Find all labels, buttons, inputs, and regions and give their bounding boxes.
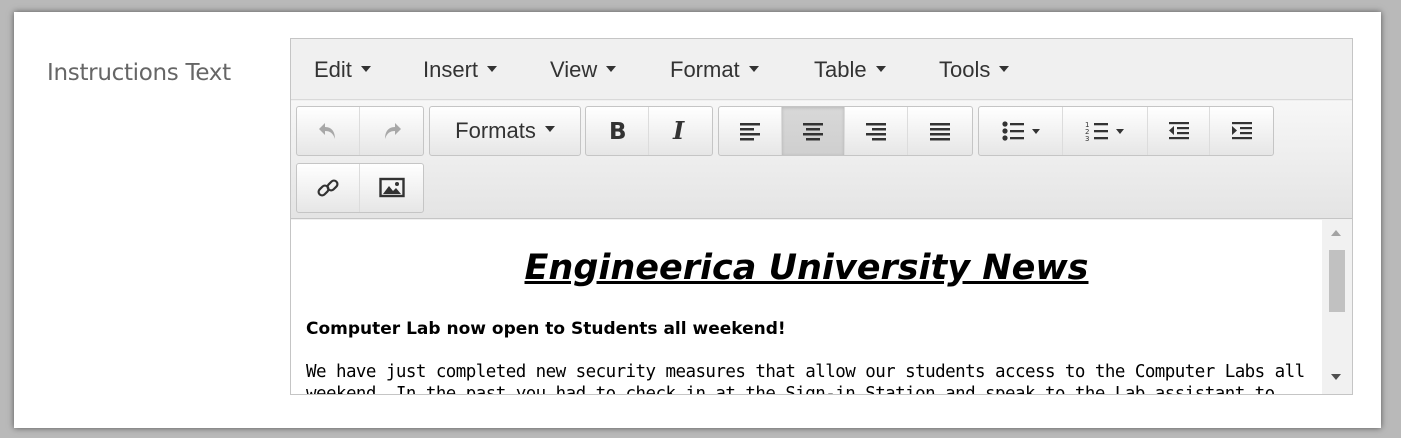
indent-button[interactable] [1210, 107, 1273, 155]
bullet-list-button[interactable] [979, 107, 1064, 155]
link-button[interactable] [297, 164, 360, 212]
outdent-icon [1168, 122, 1189, 140]
scroll-up-arrow-icon[interactable] [1331, 230, 1341, 236]
bullet-list-icon [1002, 121, 1040, 141]
menu-insert[interactable]: Insert [423, 57, 498, 83]
screenshot-frame: Instructions Text Edit Insert View Forma… [0, 0, 1401, 438]
formats-group: Formats [429, 106, 581, 156]
italic-button[interactable]: I [649, 107, 712, 155]
list-group: 123 [978, 106, 1274, 156]
align-center-icon [803, 123, 823, 141]
align-justify-icon [929, 123, 950, 141]
indent-icon [1231, 122, 1252, 140]
svg-text:3: 3 [1085, 135, 1089, 142]
scroll-down-arrow-icon[interactable] [1331, 374, 1341, 380]
scrollbar-thumb[interactable] [1329, 250, 1345, 312]
numbered-list-icon: 123 [1085, 121, 1125, 142]
form-panel: Instructions Text Edit Insert View Forma… [14, 12, 1381, 428]
editor-toolbar: Formats B I 1 2 3 [291, 101, 1352, 219]
numbered-list-button[interactable]: 123 [1063, 107, 1148, 155]
document-title: Engineerica University News [524, 248, 1089, 288]
document-heading: Computer Lab now open to Students all we… [306, 319, 786, 339]
menu-tools-label: Tools [939, 57, 991, 82]
menu-edit[interactable]: Edit [314, 57, 371, 83]
svg-text:I: I [672, 119, 685, 143]
align-left-button[interactable] [719, 107, 782, 155]
redo-button[interactable] [360, 107, 423, 155]
editor-content-area[interactable]: Engineerica University News Computer Lab… [291, 220, 1322, 395]
content-scrollbar[interactable] [1322, 220, 1352, 394]
italic-icon: I [672, 119, 685, 143]
bold-button[interactable]: B [586, 107, 649, 155]
rich-text-editor: Edit Insert View Format Table Tools Form… [290, 38, 1353, 395]
image-icon [378, 177, 405, 198]
align-right-button[interactable] [845, 107, 908, 155]
align-justify-button[interactable] [908, 107, 971, 155]
formats-label: Formats [455, 118, 536, 143]
svg-text:B: B [609, 119, 627, 143]
history-group [296, 106, 424, 156]
document-paragraph: We have just completed new security meas… [306, 362, 1305, 395]
link-icon [317, 179, 339, 197]
caret-down-icon [360, 66, 371, 73]
menu-view[interactable]: View [550, 57, 617, 83]
caret-down-icon [748, 66, 759, 73]
menu-format[interactable]: Format [670, 57, 759, 83]
menu-edit-label: Edit [314, 57, 352, 82]
redo-icon [384, 123, 401, 139]
bold-icon: B [609, 119, 627, 143]
insert-group [296, 163, 424, 213]
formats-dropdown[interactable]: Formats [430, 107, 580, 155]
undo-icon [319, 123, 335, 139]
caret-down-icon [999, 66, 1010, 73]
style-group: B I [585, 106, 713, 156]
menu-tools[interactable]: Tools [939, 57, 1010, 83]
undo-button[interactable] [297, 107, 360, 155]
align-right-icon [866, 123, 886, 141]
menu-view-label: View [550, 57, 598, 82]
image-button[interactable] [360, 164, 423, 212]
menu-table[interactable]: Table [814, 57, 886, 83]
caret-down-icon [487, 66, 498, 73]
caret-down-icon [544, 126, 555, 132]
outdent-button[interactable] [1148, 107, 1211, 155]
caret-down-icon [606, 66, 617, 73]
align-center-button[interactable] [782, 107, 845, 155]
field-label: Instructions Text [47, 60, 231, 86]
menu-table-label: Table [814, 57, 867, 82]
caret-down-icon [875, 66, 886, 73]
align-left-icon [740, 123, 760, 141]
editor-menubar: Edit Insert View Format Table Tools [291, 39, 1352, 100]
menu-format-label: Format [670, 57, 740, 82]
menu-insert-label: Insert [423, 57, 479, 82]
align-group [718, 106, 973, 156]
